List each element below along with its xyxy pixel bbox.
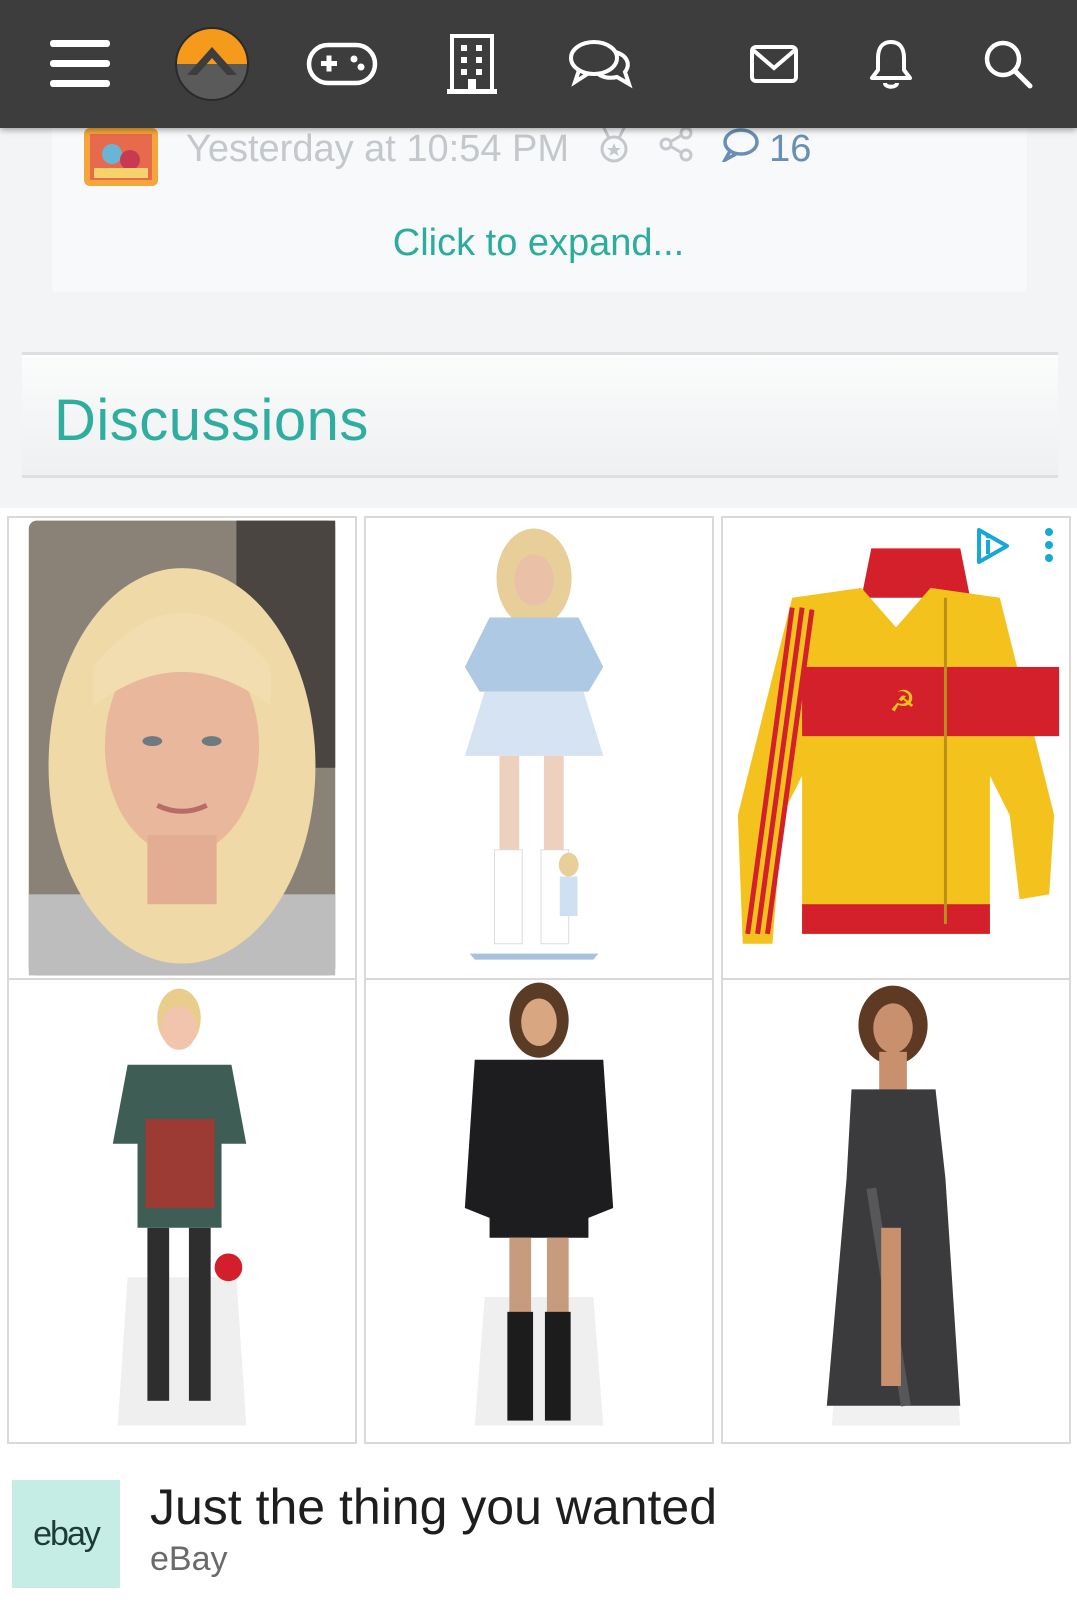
ad-headline[interactable]: Just the thing you wanted: [150, 1478, 717, 1536]
top-nav-bar: [0, 0, 1077, 128]
search-icon[interactable]: [968, 24, 1048, 104]
blonde-bob-wig-image: [28, 520, 336, 976]
hammer-sickle-emblem: ☭: [889, 683, 916, 718]
red-yellow-track-jacket-image: ☭: [723, 518, 1069, 980]
chat-bubbles-icon[interactable]: [560, 24, 640, 104]
bell-icon[interactable]: [851, 24, 931, 104]
ad-product-tile[interactable]: ☭: [721, 516, 1071, 982]
ad-unit: ☭ ebay Just the thing you wanted eBay: [0, 508, 1077, 1611]
discussions-title: Discussions: [54, 388, 369, 453]
celebrity-cutout-black-blazer-image: [366, 980, 712, 1442]
ad-product-tile[interactable]: [364, 516, 714, 982]
gamepad-icon[interactable]: [302, 24, 382, 104]
post-timestamp[interactable]: Yesterday at 10:54 PM: [186, 128, 569, 171]
ad-options-icon[interactable]: [1039, 526, 1059, 566]
ad-product-tile[interactable]: [7, 516, 357, 982]
discussions-section: Discussions: [22, 352, 1058, 478]
celebrity-cutout-graphic-tee-image: [9, 980, 355, 1442]
ad-product-tile[interactable]: [364, 978, 714, 1444]
envelope-icon[interactable]: [734, 24, 814, 104]
celebrity-cutout-sequin-gown-image: [723, 980, 1069, 1442]
ad-advertiser[interactable]: eBay: [150, 1540, 228, 1579]
share-icon[interactable]: [659, 126, 693, 172]
site-logo[interactable]: [172, 24, 252, 104]
ebay-logo[interactable]: ebay: [12, 1480, 120, 1588]
comment-count-value: 16: [769, 127, 812, 170]
post-meta: Yesterday at 10:54 PM 16: [186, 125, 812, 172]
singer-cardboard-cutout-image: [366, 518, 712, 980]
ad-choices-icon[interactable]: [973, 526, 1013, 566]
comment-count[interactable]: 16: [720, 126, 812, 172]
click-to-expand-link[interactable]: Click to expand...: [0, 222, 1077, 265]
ad-product-tile[interactable]: [721, 978, 1071, 1444]
ad-product-grid: ☭: [7, 516, 1073, 1468]
menu-icon[interactable]: [40, 24, 120, 104]
medal-icon: [597, 124, 631, 174]
comment-icon: [720, 126, 759, 172]
ad-product-tile[interactable]: [7, 978, 357, 1444]
post-thumbnail[interactable]: [84, 128, 158, 186]
ad-footer[interactable]: ebay Just the thing you wanted eBay: [0, 1470, 1077, 1611]
ebay-logo-text: ebay: [33, 1514, 101, 1553]
building-icon[interactable]: [432, 24, 512, 104]
